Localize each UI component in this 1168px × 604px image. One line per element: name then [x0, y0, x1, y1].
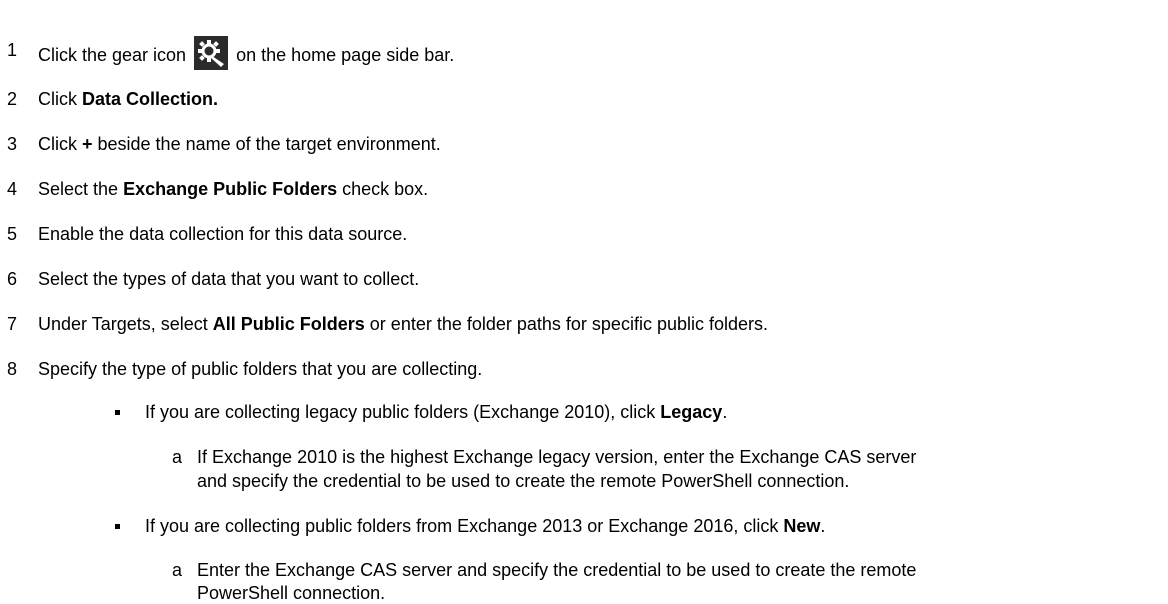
step-7-bold: All Public Folders [212, 314, 365, 334]
bullet-1-sub-line-2: and specify the credential to be used to… [197, 471, 850, 491]
step-number-8: 8 [7, 359, 18, 379]
step-3-post: beside the name of the target environmen… [92, 134, 441, 154]
step-3-bold: + [82, 134, 93, 154]
gear-icon [194, 36, 229, 70]
step-2-bold: Data Collection. [82, 89, 219, 109]
step-number-5: 5 [7, 224, 18, 244]
bullet-1-post: . [722, 402, 728, 422]
step-number-4: 4 [7, 179, 18, 199]
bullet-2-pre: If you are collecting public folders fro… [145, 516, 784, 536]
step-4-bold: Exchange Public Folders [123, 179, 338, 199]
step-6-text: Select the types of data that you want t… [38, 268, 419, 290]
step-6-pre: Select the types of data that you want t… [38, 269, 420, 289]
bullet-1-pre: If you are collecting legacy public fold… [145, 402, 661, 422]
bullet-marker [115, 410, 120, 415]
step-1-post: on the home page side bar. [231, 44, 455, 65]
bullet-2-text: If you are collecting public folders fro… [145, 515, 825, 537]
step-8-pre: Specify the type of public folders that … [38, 359, 483, 379]
step-1-pre: Click the gear icon [38, 44, 187, 65]
step-3-pre: Click [38, 134, 82, 154]
step-8-text: Specify the type of public folders that … [38, 358, 482, 380]
step-number-6: 6 [7, 269, 18, 289]
step-7-text: Under Targets, select All Public Folders… [38, 313, 768, 335]
step-4-pre: Select the [38, 179, 124, 199]
bullet-1-sub-letter: a [172, 447, 183, 467]
step-7-post: or enter the folder paths for specific p… [364, 314, 769, 334]
bullet-2-sub-line-2: PowerShell connection. [197, 583, 386, 603]
bullet-2-bold: New [783, 516, 821, 536]
bullet-1-text: If you are collecting legacy public fold… [145, 401, 727, 423]
step-3-text: Click + beside the name of the target en… [38, 133, 441, 155]
bullet-2-post: . [820, 516, 826, 536]
bullet-2-sub-letter: a [172, 560, 183, 580]
step-7-pre: Under Targets, select [38, 314, 213, 334]
step-4-post: check box. [337, 179, 429, 199]
step-5-text: Enable the data collection for this data… [38, 223, 407, 245]
step-1-text: Click the gear icon on the home page sid… [38, 36, 455, 73]
step-number-1: 1 [7, 40, 18, 60]
step-2-pre: Click [38, 89, 82, 109]
step-5-pre: Enable the data collection for this data… [38, 224, 408, 244]
bullet-marker [115, 524, 120, 529]
bullet-1-bold: Legacy [660, 402, 723, 422]
step-number-2: 2 [7, 89, 18, 109]
step-number-3: 3 [7, 134, 18, 154]
step-2-text: Click Data Collection. [38, 88, 218, 110]
step-number-7: 7 [7, 314, 18, 334]
bullet-1-sub-line-1: If Exchange 2010 is the highest Exchange… [197, 447, 917, 467]
step-4-text: Select the Exchange Public Folders check… [38, 178, 428, 200]
bullet-2-sub-line-1: Enter the Exchange CAS server and specif… [197, 560, 917, 580]
